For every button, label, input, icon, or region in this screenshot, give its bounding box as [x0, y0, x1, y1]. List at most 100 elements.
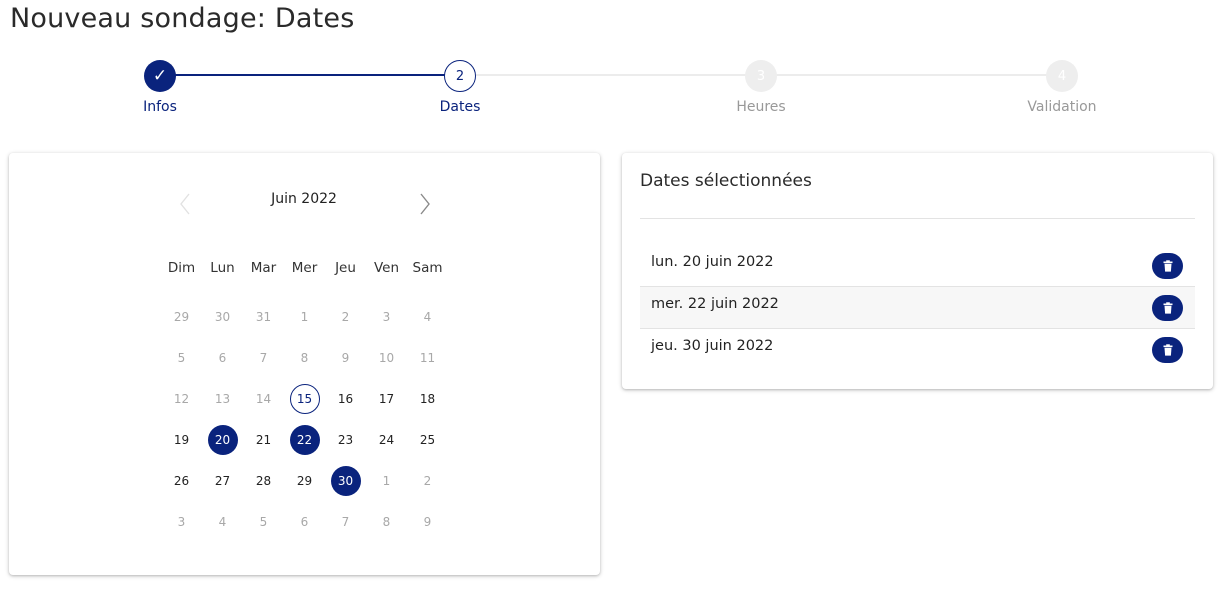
- calendar-day: 8: [284, 337, 325, 378]
- selected-dates-list: lun. 20 juin 2022 mer. 22 juin 2022 jeu.…: [640, 245, 1195, 371]
- calendar-day-number: 29: [173, 309, 190, 324]
- calendar-day-number: 4: [423, 309, 432, 324]
- calendar-day: 1: [284, 296, 325, 337]
- calendar-day: 14: [243, 378, 284, 419]
- calendar-day-number: 26: [173, 473, 190, 488]
- calendar-day: 9: [407, 501, 448, 542]
- calendar-week-row: 3 4 5 6 7 8 9: [161, 501, 448, 542]
- calendar-day: 3: [161, 501, 202, 542]
- calendar-day[interactable]: 21: [243, 419, 284, 460]
- calendar-day-number: 18: [419, 391, 436, 406]
- calendar-day: 31: [243, 296, 284, 337]
- calendar-day-selected[interactable]: 22: [284, 419, 325, 460]
- calendar-day-number: 19: [173, 432, 190, 447]
- step-label: Validation: [1027, 99, 1097, 115]
- calendar-day: 1: [366, 460, 407, 501]
- list-item: mer. 22 juin 2022: [640, 287, 1195, 329]
- calendar-day[interactable]: 25: [407, 419, 448, 460]
- date-label: jeu. 30 juin 2022: [651, 338, 774, 354]
- list-item: jeu. 30 juin 2022: [640, 329, 1195, 371]
- calendar-day: 11: [407, 337, 448, 378]
- check-icon: ✓: [144, 60, 176, 92]
- chevron-right-icon: [420, 193, 430, 215]
- list-item: lun. 20 juin 2022: [640, 245, 1195, 287]
- calendar-day-number: 24: [378, 432, 395, 447]
- calendar-day[interactable]: 18: [407, 378, 448, 419]
- calendar-day-number: 17: [378, 391, 395, 406]
- step-infos[interactable]: ✓ Infos: [100, 60, 220, 115]
- calendar-day-number: 5: [259, 514, 268, 529]
- calendar-day[interactable]: 17: [366, 378, 407, 419]
- weekday-label: Ven: [373, 260, 400, 276]
- calendar-week-row: 26 27 28 29 30 1 2: [161, 460, 448, 501]
- trash-icon: [1163, 260, 1172, 272]
- step-label: Infos: [143, 99, 177, 115]
- calendar-day-selected[interactable]: 30: [325, 460, 366, 501]
- calendar-day-number: 16: [337, 391, 354, 406]
- calendar-day[interactable]: 27: [202, 460, 243, 501]
- date-label: lun. 20 juin 2022: [651, 254, 774, 270]
- calendar-day[interactable]: 23: [325, 419, 366, 460]
- calendar-day[interactable]: 19: [161, 419, 202, 460]
- calendar-weeks: 29 30 31 1 2 3 4 5 6 7 8 9 10 11 12 13 14 15 16 17 18 19 20 21 2…: [161, 296, 448, 542]
- step-number: 4: [1046, 60, 1078, 92]
- delete-date-button[interactable]: [1152, 253, 1183, 279]
- step-label: Heures: [736, 99, 786, 115]
- calendar-day: 7: [325, 501, 366, 542]
- calendar-day-number: 27: [214, 473, 231, 488]
- calendar-day[interactable]: 29: [284, 460, 325, 501]
- calendar-day-number: 6: [300, 514, 309, 529]
- calendar-day-number: 30: [330, 465, 361, 496]
- calendar-day-number: 14: [255, 391, 272, 406]
- calendar-day-number: 3: [382, 309, 391, 324]
- delete-date-button[interactable]: [1152, 295, 1183, 321]
- step-dates[interactable]: 2 Dates: [400, 60, 520, 115]
- calendar-card: Juin 2022 Dim Lun Mar Mer Jeu Ven Sam 29…: [9, 153, 600, 575]
- calendar-day: 12: [161, 378, 202, 419]
- weekday-label: Sam: [412, 260, 443, 276]
- calendar-day-number: 28: [255, 473, 272, 488]
- calendar-day-number: 4: [218, 514, 227, 529]
- calendar-day-number: 7: [259, 350, 268, 365]
- calendar-day-selected[interactable]: 20: [202, 419, 243, 460]
- calendar-week-row: 29 30 31 1 2 3 4: [161, 296, 448, 337]
- calendar-day: 6: [202, 337, 243, 378]
- calendar-day: 4: [202, 501, 243, 542]
- calendar-day-number: 5: [177, 350, 186, 365]
- calendar-day-number: 2: [423, 473, 432, 488]
- calendar-day-number: 1: [300, 309, 309, 324]
- calendar-day-number: 3: [177, 514, 186, 529]
- next-month-button[interactable]: [413, 191, 437, 217]
- calendar-grid: Dim Lun Mar Mer Jeu Ven Sam 29 30 31 1 2 3 4 5 6…: [161, 260, 448, 542]
- weekday-label: Jeu: [335, 260, 356, 276]
- calendar-day[interactable]: 26: [161, 460, 202, 501]
- selected-dates-card: Dates sélectionnées lun. 20 juin 2022 me…: [622, 153, 1213, 389]
- delete-date-button[interactable]: [1152, 337, 1183, 363]
- calendar-week-row: 12 13 14 15 16 17 18: [161, 378, 448, 419]
- weekday-label: Mer: [291, 260, 318, 276]
- calendar-day: 5: [243, 501, 284, 542]
- calendar-day: 4: [407, 296, 448, 337]
- calendar-day-number: 31: [255, 309, 272, 324]
- calendar-day: 9: [325, 337, 366, 378]
- calendar-day[interactable]: 16: [325, 378, 366, 419]
- selected-dates-title: Dates sélectionnées: [640, 171, 812, 191]
- calendar-day-number: 6: [218, 350, 227, 365]
- weekday-label: Lun: [210, 260, 235, 276]
- calendar-day-number: 30: [214, 309, 231, 324]
- calendar-day-number: 2: [341, 309, 350, 324]
- calendar-day-number: 1: [382, 473, 391, 488]
- calendar-day[interactable]: 28: [243, 460, 284, 501]
- trash-icon: [1163, 302, 1172, 314]
- weekday-row: Dim Lun Mar Mer Jeu Ven Sam: [161, 260, 448, 284]
- calendar-day-number: 7: [341, 514, 350, 529]
- step-heures: 3 Heures: [701, 60, 821, 115]
- calendar-day: 7: [243, 337, 284, 378]
- previous-month-button[interactable]: [173, 191, 197, 217]
- calendar-week-row: 5 6 7 8 9 10 11: [161, 337, 448, 378]
- calendar-day-today[interactable]: 15: [284, 378, 325, 419]
- calendar-day-number: 22: [289, 424, 320, 455]
- calendar-day[interactable]: 24: [366, 419, 407, 460]
- calendar-day-number: 12: [173, 391, 190, 406]
- date-label: mer. 22 juin 2022: [651, 296, 779, 312]
